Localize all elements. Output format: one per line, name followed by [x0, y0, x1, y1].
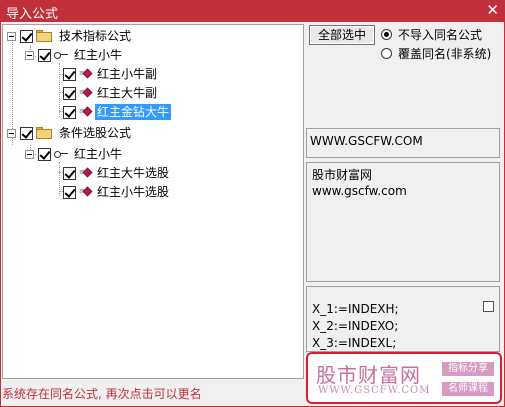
- watermark-name: 股市财富网: [316, 363, 421, 387]
- formula-icon: ≡: [79, 186, 93, 198]
- radio-overwrite-duplicates[interactable]: 覆盖同名(非系统): [381, 45, 491, 62]
- subgroup-checkbox[interactable]: [38, 147, 51, 161]
- item-checkbox[interactable]: [63, 105, 76, 119]
- source-checkbox[interactable]: [483, 301, 494, 312]
- formula-tree[interactable]: 技术指标公式 红主小牛 ≡ 红主小牛副 ≡ 红主大牛副 ≡ 红主金钻大牛 条件选…: [2, 24, 304, 379]
- formula-icon: ≡: [79, 68, 93, 80]
- watermark-tag: 指标分享: [442, 362, 494, 376]
- url-field: WWW.GSCFW.COM: [306, 128, 500, 158]
- window-title: 导入公式: [6, 7, 59, 22]
- formula-icon: ≡: [79, 106, 93, 118]
- collapse-toggle-icon[interactable]: [7, 128, 16, 138]
- tree-group-indicators[interactable]: 技术指标公式: [7, 27, 133, 45]
- watermark-tag: 名师课程: [442, 382, 494, 396]
- formula-source-panel[interactable]: X_1:=INDEXH; X_2:=INDEXO; X_3:=INDEXL;: [306, 286, 500, 352]
- item-checkbox[interactable]: [63, 166, 76, 180]
- watermark-url: WWW.GSCFW.COM: [318, 385, 431, 396]
- item-checkbox[interactable]: [63, 86, 76, 100]
- tree-item-label-selected: 红主金钻大牛: [95, 104, 172, 120]
- key-icon: [54, 149, 68, 159]
- tree-subgroup-label: 红主小牛: [74, 48, 123, 62]
- formula-line: X_2:=INDEXO;: [312, 319, 399, 333]
- tree-subgroup-label: 红主小牛: [74, 147, 123, 161]
- tree-item[interactable]: ≡ 红主大牛副: [63, 84, 159, 102]
- url-text: WWW.GSCFW.COM: [310, 134, 423, 148]
- collapse-toggle-icon[interactable]: [25, 149, 34, 159]
- tree-item-label: 红主大牛选股: [97, 166, 170, 180]
- tree-item-label: 红主大牛副: [97, 86, 158, 100]
- tree-item[interactable]: ≡ 红主大牛选股: [63, 164, 171, 182]
- tree-group-label: 技术指标公式: [59, 29, 132, 43]
- radio-overwrite-label: 覆盖同名(非系统): [398, 47, 492, 61]
- formula-icon: ≡: [79, 167, 93, 179]
- tree-group-screening[interactable]: 条件选股公式: [7, 124, 133, 142]
- item-checkbox[interactable]: [63, 67, 76, 81]
- tree-item-label: 红主小牛副: [97, 67, 158, 81]
- formula-line: X_1:=INDEXH;: [312, 302, 399, 316]
- item-checkbox[interactable]: [63, 185, 76, 199]
- title-bar: 导入公式 ✕: [0, 0, 505, 22]
- radio-skip-label: 不导入同名公式: [398, 28, 483, 42]
- tree-subgroup[interactable]: 红主小牛: [25, 46, 124, 64]
- tree-item[interactable]: ≡ 红主小牛选股: [63, 183, 171, 201]
- tree-subgroup[interactable]: 红主小牛: [25, 145, 124, 163]
- formula-icon: ≡: [79, 87, 93, 99]
- radio-skip-duplicates[interactable]: 不导入同名公式: [381, 26, 482, 43]
- tree-item-label: 红主小牛选股: [97, 185, 170, 199]
- key-icon: [54, 50, 68, 60]
- group-checkbox[interactable]: [20, 126, 33, 140]
- collapse-toggle-icon[interactable]: [7, 31, 16, 41]
- close-icon[interactable]: ✕: [486, 1, 499, 19]
- collapse-toggle-icon[interactable]: [25, 50, 34, 60]
- radio-overwrite-icon[interactable]: [381, 48, 392, 59]
- subgroup-checkbox[interactable]: [38, 48, 51, 62]
- tree-item[interactable]: ≡ 红主小牛副: [63, 65, 159, 83]
- group-checkbox[interactable]: [20, 29, 33, 43]
- tree-item[interactable]: ≡ 红主金钻大牛: [63, 103, 172, 121]
- folder-icon: [36, 127, 52, 139]
- radio-skip-icon[interactable]: [381, 29, 392, 40]
- site-name: 股市财富网: [312, 168, 373, 182]
- status-message: 系统存在同名公式, 再次点击可以更名: [2, 387, 202, 401]
- formula-line: X_3:=INDEXL;: [312, 336, 397, 350]
- formula-info-panel: 股市财富网 www.gscfw.com: [306, 162, 500, 282]
- tree-group-label: 条件选股公式: [59, 126, 132, 140]
- site-watermark: 股市财富网 WWW.GSCFW.COM 指标分享 名师课程: [306, 352, 502, 404]
- site-url: www.gscfw.com: [312, 184, 407, 198]
- folder-icon: [36, 30, 52, 42]
- select-all-button[interactable]: 全部选中: [309, 25, 375, 45]
